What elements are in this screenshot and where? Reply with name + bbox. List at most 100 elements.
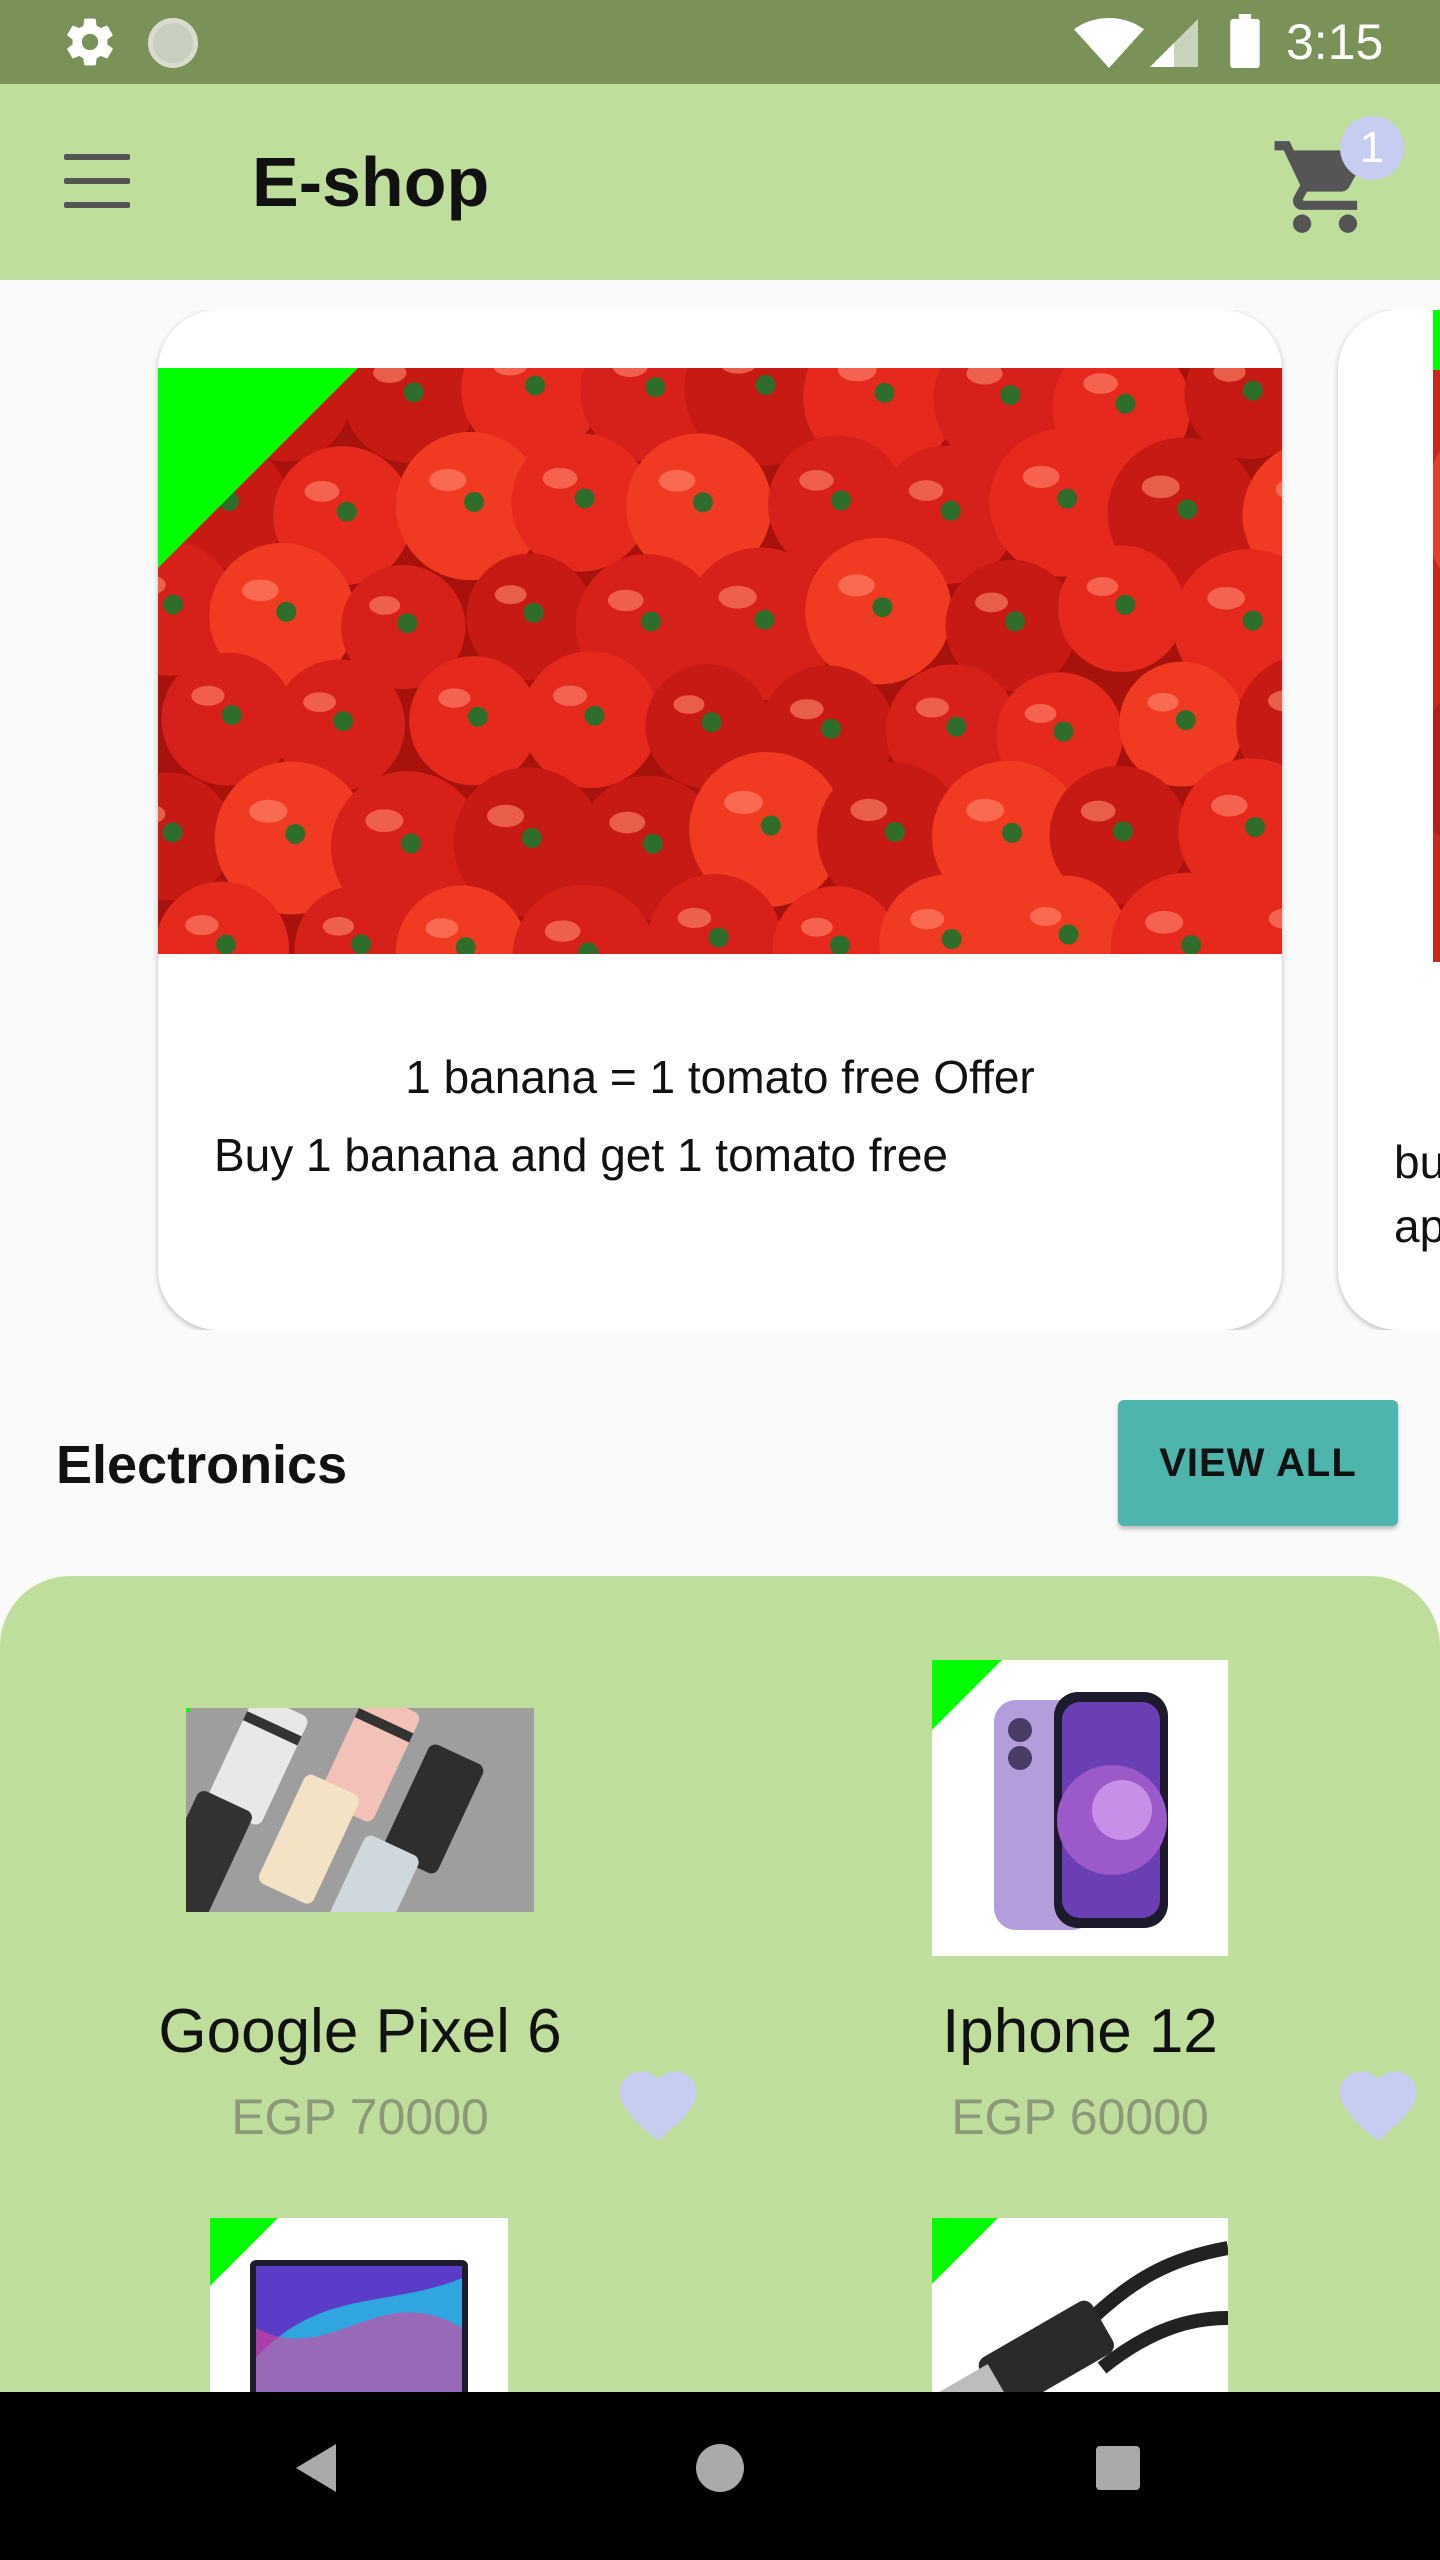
tomato-stem [1053,721,1074,742]
tomato-stem [831,490,852,511]
product-image-iphone[interactable] [932,1660,1228,1956]
tomato-highlight [1141,475,1180,499]
tomato-stem [521,828,542,849]
section-title: Electronics [56,1435,348,1495]
tomato-stem [1057,488,1078,509]
tomato-highlight [438,688,471,708]
tomato-stem [701,712,722,733]
home-icon[interactable] [696,2444,744,2492]
offers-carousel[interactable]: 1 banana = 1 tomato free Offer Buy 1 ban… [0,310,1440,1330]
tomato-highlight [724,790,763,814]
tomato-stem [645,377,666,398]
tomato-stem [641,611,662,632]
tomato-stem [754,609,775,630]
status-time: 3:15 [1286,14,1384,70]
pixel-phones-image [186,1708,534,1912]
offer-title: 1 banana = 1 tomato free Offer [405,1051,1035,1103]
tomato-highlight [1147,692,1179,712]
tomato-stem [946,716,967,737]
tomato-highlight [838,574,875,597]
wifi-icon [1074,18,1144,68]
tomato-highlight [429,468,467,492]
tomato-highlight [1024,703,1057,723]
tomato-highlight [718,585,757,609]
tomato-highlight [1211,794,1248,817]
tomato-stem [1115,393,1136,414]
tomato-highlight [191,685,225,706]
tomato-highlight [910,908,945,930]
tomato-stem [351,934,372,954]
tomato-highlight [1145,910,1184,934]
offer-card[interactable]: 1 banana = 1 tomato free Offer Buy 1 ban… [158,310,1282,1330]
app-title: E-shop [252,143,490,221]
tomato-stem [464,492,485,513]
offer-card-next[interactable]: bu ap [1338,310,1440,1330]
product-name: Iphone 12 [942,1997,1218,2066]
purple-iphone-image [932,1660,1228,1956]
tomato-highlight [369,596,401,615]
product-image-laptop[interactable] [210,2218,508,2396]
tomato-stem [1242,380,1263,401]
status-bar: 3:15 [0,0,1440,84]
gear-icon [67,18,113,66]
tomato-stem [692,492,713,513]
tomato-highlight [966,798,1005,822]
tomato-highlight [673,695,705,714]
favorite-heart-icon[interactable] [612,2060,704,2144]
battery-icon [1230,14,1260,68]
tomato-highlight [185,915,219,936]
tomato-stem [584,705,605,726]
product-image-pixel[interactable] [186,1708,534,1912]
app-bar: E-shop 1 [0,84,1440,280]
tomato-stem [1245,817,1266,838]
favorite-heart-icon[interactable] [1332,2060,1424,2144]
tomato-stem [1115,594,1136,615]
loading-icon [148,18,198,68]
tomato-highlight [1022,465,1060,488]
product-name: Google Pixel 6 [158,1997,562,2066]
tomato-highlight [677,907,712,929]
offer-image-tomatoes [158,368,1282,954]
tomato-highlight [1207,586,1245,610]
tomato-highlight [658,469,696,492]
tomato-highlight [975,592,1008,613]
tomato-highlight [1083,373,1118,394]
tomato-stem [874,382,895,403]
products-grid: Google Pixel 6 EGP 70000 Iphone 12 EGP 6… [0,1576,1440,2396]
tomato-highlight [365,809,404,833]
tomato-highlight [607,589,644,612]
tomato-highlight [850,798,888,822]
tomato-stem [755,375,776,396]
tomato-highlight [552,685,588,707]
back-icon[interactable] [296,2444,336,2492]
tomato-stem [1000,385,1021,406]
usb-cable-image [932,2218,1228,2396]
tomato-highlight [249,799,288,823]
tomato-highlight [915,697,950,718]
tomato-highlight [242,579,279,602]
tomato-highlight [799,469,834,491]
product-image-usb-cable[interactable] [932,2218,1228,2396]
view-all-button[interactable]: VIEW ALL [1118,1400,1398,1526]
tomato-highlight [609,811,646,834]
tomato-highlight [494,585,527,605]
recents-icon[interactable] [1096,2446,1140,2490]
tomato-stem [333,711,354,732]
tomato-stem [1058,924,1079,945]
tomato-stem [940,500,961,521]
tomato-stem [467,706,488,727]
tomato-highlight [303,692,336,712]
tomato-stem [523,602,544,623]
tomato-stem [1175,710,1196,731]
menu-icon[interactable] [62,154,134,208]
tomato-stem [276,601,297,622]
tomato-highlight [544,920,581,942]
tomato-stem [760,815,781,836]
tomato-highlight [486,804,525,828]
tomato-stem [941,929,962,950]
laptop-image [210,2218,508,2396]
tomato-stem [885,821,906,842]
tomato-stem [574,488,595,509]
tomato-highlight [908,480,944,501]
signal-icon [1150,19,1198,67]
